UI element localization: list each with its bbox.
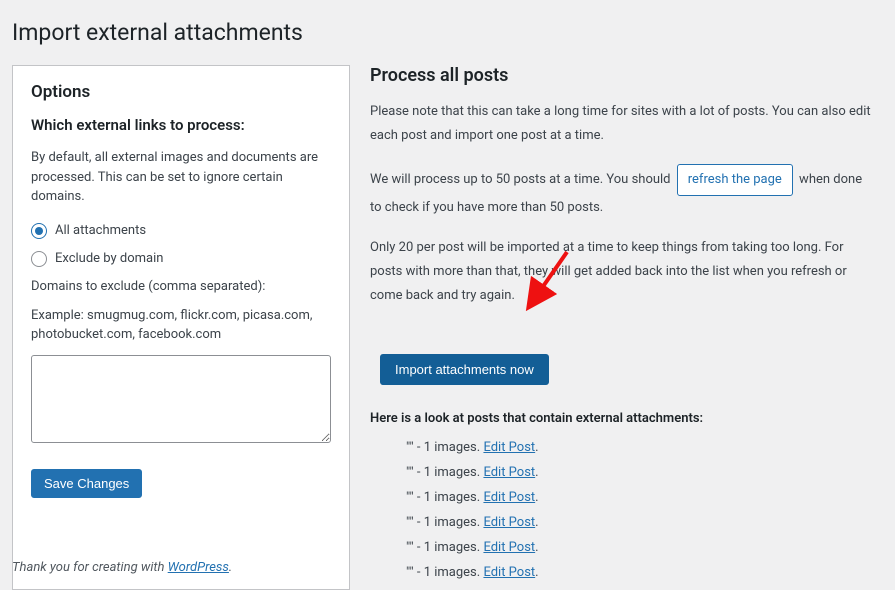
note-text: We will process up to 50 posts at a time…: [370, 172, 674, 187]
edit-post-link[interactable]: Edit Post: [483, 565, 535, 580]
list-item: "" - 1 images. Edit Post.: [406, 490, 875, 505]
list-item: "" - 1 images. Edit Post.: [406, 540, 875, 555]
radio-icon: [31, 251, 47, 267]
radio-all-attachments[interactable]: All attachments: [31, 223, 331, 239]
post-title: "": [406, 540, 414, 555]
post-count: 1 images.: [424, 540, 481, 555]
list-item: "" - 1 images. Edit Post.: [406, 515, 875, 530]
options-description: By default, all external images and docu…: [31, 148, 331, 207]
page-title: Import external attachments: [12, 10, 875, 50]
options-heading: Options: [31, 82, 331, 102]
post-title: "": [406, 515, 414, 530]
note-longtime: Please note that this can take a long ti…: [370, 100, 875, 148]
wordpress-link[interactable]: WordPress: [168, 560, 229, 575]
footer-text: .: [229, 560, 232, 575]
edit-post-link[interactable]: Edit Post: [483, 490, 535, 505]
list-item: "" - 1 images. Edit Post.: [406, 465, 875, 480]
post-count: 1 images.: [424, 465, 481, 480]
import-now-button[interactable]: Import attachments now: [380, 354, 549, 385]
refresh-page-button[interactable]: refresh the page: [677, 164, 793, 196]
edit-post-link[interactable]: Edit Post: [483, 540, 535, 555]
footer-text: Thank you for creating with: [12, 560, 168, 575]
radio-exclude-domain[interactable]: Exclude by domain: [31, 251, 331, 267]
domains-label: Domains to exclude (comma separated):: [31, 279, 331, 294]
footer-credit: Thank you for creating with WordPress.: [12, 560, 232, 575]
post-title: "": [406, 440, 414, 455]
options-panel: Options Which external links to process:…: [12, 65, 350, 590]
save-button[interactable]: Save Changes: [31, 469, 142, 498]
process-panel: Process all posts Please note that this …: [370, 65, 875, 590]
process-heading: Process all posts: [370, 65, 875, 86]
radio-icon: [31, 223, 47, 239]
radio-label: All attachments: [55, 223, 146, 238]
post-title: "": [406, 565, 414, 580]
note-limit: Only 20 per post will be imported at a t…: [370, 236, 875, 308]
post-title: "": [406, 490, 414, 505]
list-item: "" - 1 images. Edit Post.: [406, 565, 875, 580]
post-title: "": [406, 465, 414, 480]
radio-label: Exclude by domain: [55, 251, 163, 266]
edit-post-link[interactable]: Edit Post: [483, 515, 535, 530]
list-item: "" - 1 images. Edit Post.: [406, 440, 875, 455]
domains-textarea[interactable]: [31, 355, 331, 443]
edit-post-link[interactable]: Edit Post: [483, 465, 535, 480]
post-count: 1 images.: [424, 440, 481, 455]
note-refresh: We will process up to 50 posts at a time…: [370, 164, 875, 220]
posts-list: "" - 1 images. Edit Post. "" - 1 images.…: [370, 440, 875, 580]
sub-heading: Which external links to process:: [31, 116, 331, 134]
domains-example: Example: smugmug.com, flickr.com, picasa…: [31, 306, 331, 345]
posts-look-heading: Here is a look at posts that contain ext…: [370, 411, 875, 426]
edit-post-link[interactable]: Edit Post: [483, 440, 535, 455]
post-count: 1 images.: [424, 565, 481, 580]
post-count: 1 images.: [424, 490, 481, 505]
post-count: 1 images.: [424, 515, 481, 530]
